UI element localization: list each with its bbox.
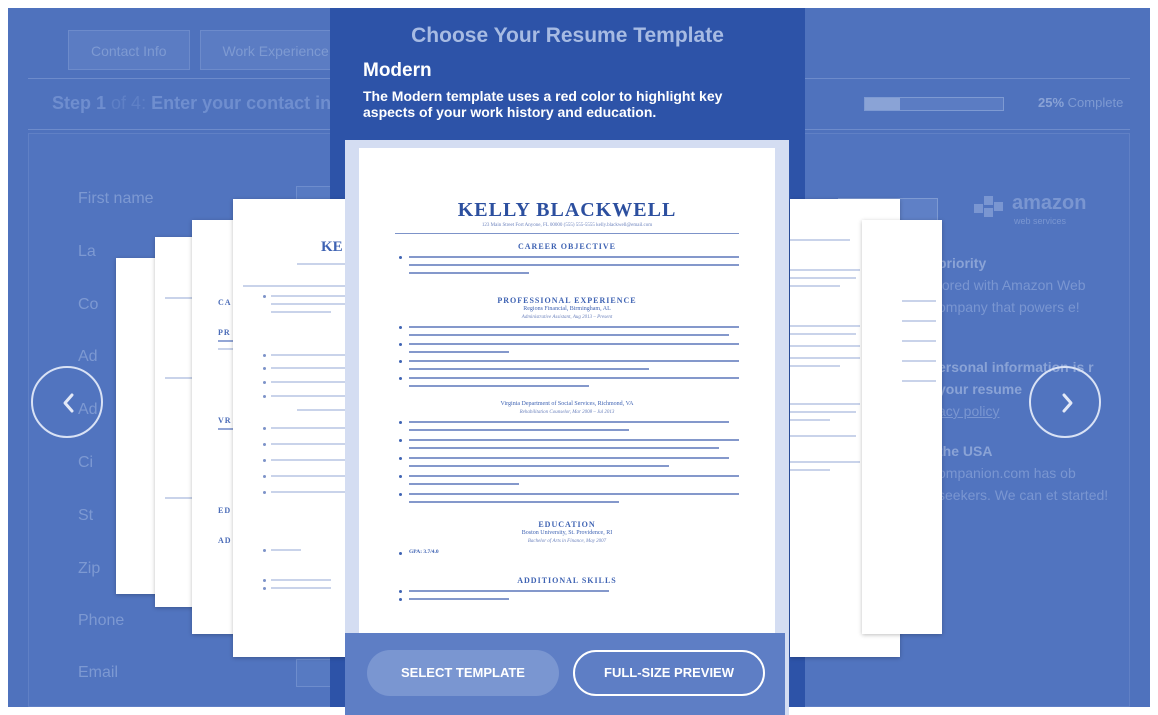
side-card-name: KE bbox=[321, 239, 343, 255]
progress-fill bbox=[865, 98, 900, 110]
field-label-last-name: La bbox=[78, 243, 96, 260]
field-label-address-1: Ad bbox=[78, 348, 98, 365]
tab-contact-info[interactable]: Contact Info bbox=[68, 30, 190, 70]
form-tabs: Contact Info Work Experience bbox=[68, 30, 352, 70]
field-label-zip: Zip bbox=[78, 560, 101, 577]
gpa-text: GPA: 3.7/4.0 bbox=[409, 549, 439, 555]
field-label-city: Ci bbox=[78, 454, 94, 471]
exp2-org: Virginia Department of Social Services, … bbox=[500, 401, 634, 407]
section-objective: CAREER OBJECTIVE bbox=[517, 242, 616, 251]
field-label-state: St bbox=[78, 507, 94, 524]
field-label-first-name: First name bbox=[78, 190, 154, 207]
exp2-role: Rehabilitation Counselor, Mar 2008 – Jul… bbox=[519, 410, 615, 415]
aws-logo: amazon web services bbox=[958, 188, 1098, 238]
field-label-phone: Phone bbox=[78, 612, 125, 629]
template-preview-card[interactable]: KELLY BLACKWELL 123 Main Street Fort Any… bbox=[345, 140, 789, 715]
step-title: Enter your contact in bbox=[151, 93, 332, 113]
usa-title: the USA bbox=[938, 443, 993, 459]
resume-name: KELLY BLACKWELL bbox=[457, 199, 677, 221]
edu-degree: Bachelor of Arts in Finance, May 2007 bbox=[527, 539, 607, 544]
exp1-role: Administrative Assistant, Aug 2013 – Pre… bbox=[521, 315, 613, 320]
field-label-email: Email bbox=[78, 664, 119, 681]
template-description: The Modern template uses a red color to … bbox=[363, 88, 723, 120]
exp1-org: Regions Financial, Birmingham, AL bbox=[523, 306, 611, 312]
progress-percent: 25% bbox=[1038, 95, 1065, 110]
resume-divider bbox=[395, 233, 739, 234]
step-indicator: Step 1 of 4: Enter your contact in bbox=[52, 93, 331, 114]
progress-bar bbox=[864, 97, 1004, 111]
edu-school: Boston University, St. Providence, RI bbox=[521, 530, 613, 536]
template-card-left-1[interactable]: KE bbox=[233, 199, 353, 657]
usa-section: the USA ompanion.com has ob seekers. We … bbox=[938, 440, 1118, 506]
select-template-button[interactable]: SELECT TEMPLATE bbox=[367, 650, 559, 696]
progress-label: 25% Complete bbox=[1038, 95, 1123, 110]
chevron-left-icon bbox=[63, 393, 74, 413]
security-section: priority tored with Amazon Web ompany th… bbox=[938, 252, 1118, 318]
template-name: Modern bbox=[363, 60, 432, 81]
prev-template-button[interactable] bbox=[31, 366, 103, 438]
section-education: EDUCATION bbox=[538, 520, 596, 529]
section-experience: PROFESSIONAL EXPERIENCE bbox=[497, 296, 637, 305]
modal-title: Choose Your Resume Template bbox=[411, 24, 724, 47]
resume-contact: 123 Main Street Fort Anyone, FL 00000 (5… bbox=[481, 223, 653, 228]
step-current: Step 1 bbox=[52, 93, 107, 113]
security-title: priority bbox=[938, 255, 987, 271]
tab-work-experience[interactable]: Work Experience bbox=[199, 30, 352, 70]
aws-cubes-icon bbox=[974, 196, 1003, 217]
aws-subtitle: web services bbox=[1014, 216, 1067, 226]
next-template-button[interactable] bbox=[1029, 366, 1101, 438]
field-label-country: Co bbox=[78, 296, 99, 313]
full-size-preview-button[interactable]: FULL-SIZE PREVIEW bbox=[573, 650, 765, 696]
step-of-total: of 4: bbox=[111, 93, 147, 113]
chevron-right-icon bbox=[1062, 393, 1073, 413]
privacy-policy-link[interactable]: acy policy bbox=[938, 403, 999, 419]
security-body: tored with Amazon Web ompany that powers… bbox=[938, 277, 1086, 315]
aws-wordmark: amazon bbox=[1012, 192, 1087, 214]
progress-suffix: Complete bbox=[1067, 95, 1124, 110]
usa-body: ompanion.com has ob seekers. We can et s… bbox=[938, 465, 1109, 503]
template-card-right-2[interactable] bbox=[862, 220, 942, 634]
section-skills: ADDITIONAL SKILLS bbox=[517, 576, 617, 585]
template-action-bar: SELECT TEMPLATE FULL-SIZE PREVIEW bbox=[345, 633, 785, 715]
resume-document: KELLY BLACKWELL 123 Main Street Fort Any… bbox=[359, 148, 775, 715]
